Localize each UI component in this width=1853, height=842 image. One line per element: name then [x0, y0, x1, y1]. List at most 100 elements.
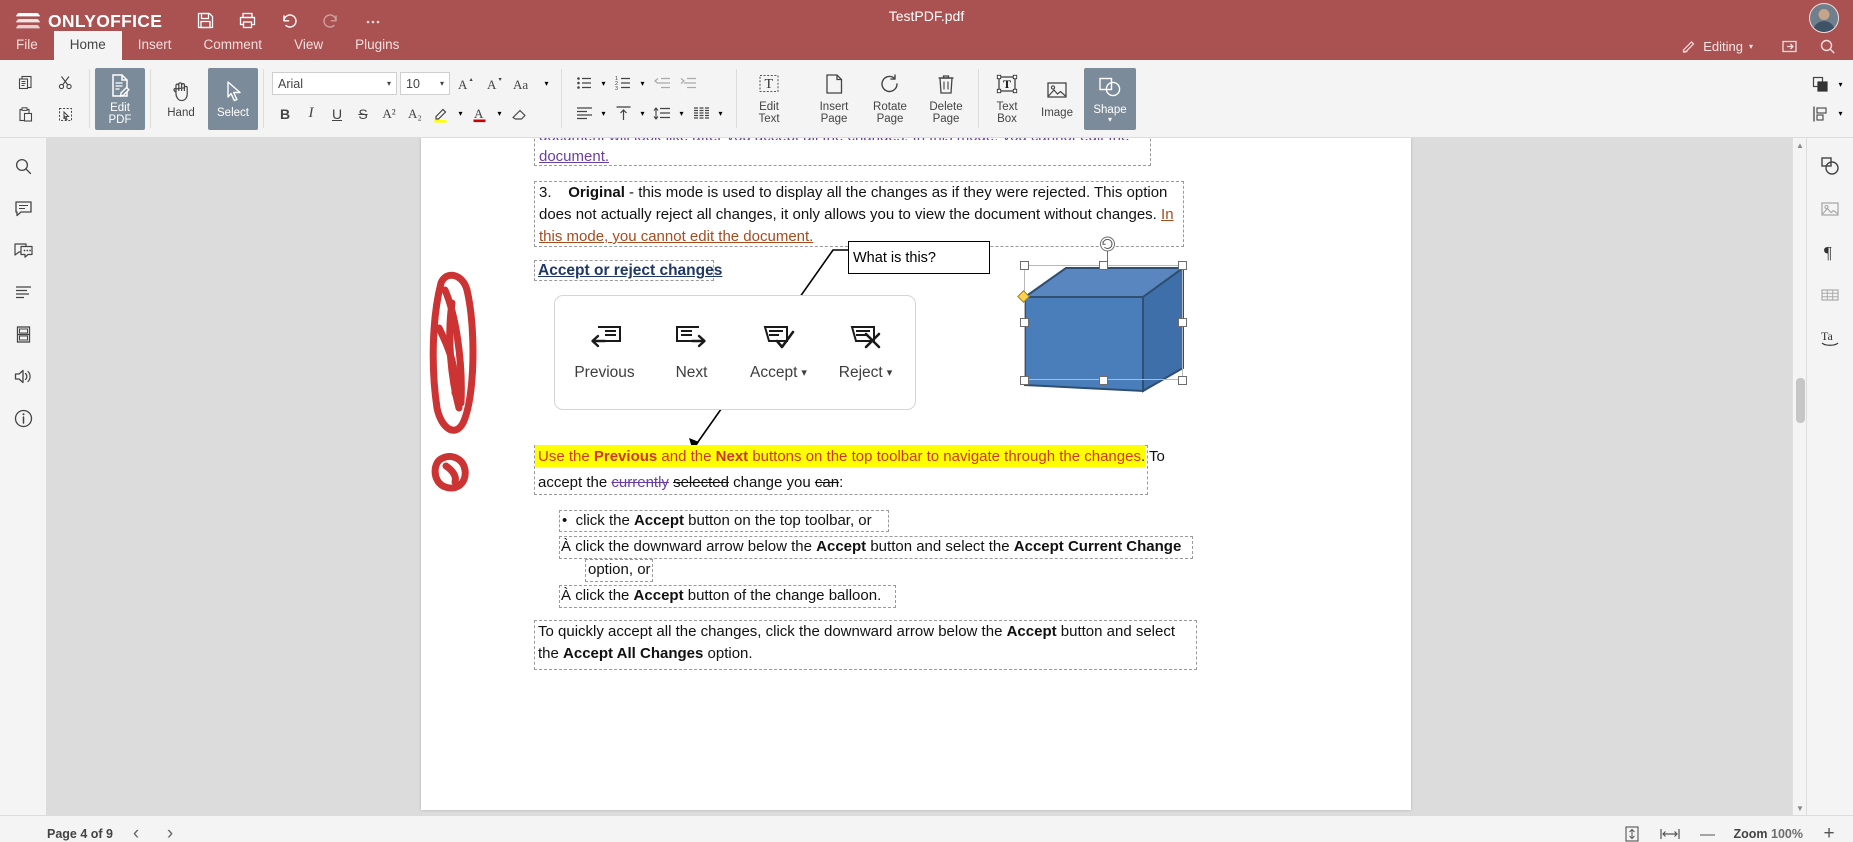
copy-icon[interactable] — [10, 69, 40, 97]
chevron-down-icon[interactable]: ▾ — [493, 101, 506, 126]
search-icon[interactable] — [6, 150, 41, 182]
bold-button[interactable]: B — [272, 101, 298, 126]
table-settings-icon[interactable] — [1813, 279, 1848, 311]
underline-button[interactable]: U — [324, 101, 350, 126]
increase-font-size-button[interactable]: A — [453, 71, 479, 96]
accept-change-item[interactable]: Accept ▾ — [736, 324, 822, 382]
avatar[interactable] — [1809, 3, 1839, 33]
callout-textbox[interactable]: What is this? — [848, 241, 990, 274]
tab-comment[interactable]: Comment — [188, 31, 279, 60]
image-settings-icon[interactable] — [1813, 193, 1848, 225]
scroll-up-arrow[interactable]: ▲ — [1793, 138, 1806, 152]
shape-settings-icon[interactable] — [1813, 150, 1848, 182]
columns-button[interactable] — [688, 101, 714, 126]
numbered-list-button[interactable]: 123 — [610, 71, 636, 96]
next-page-button[interactable]: › — [159, 823, 181, 842]
text-to-speech-icon[interactable] — [6, 360, 41, 392]
resize-handle-ne[interactable] — [1178, 261, 1187, 270]
subscript-button[interactable]: A₂ — [402, 101, 428, 126]
edit-text-button[interactable]: T Edit Text — [742, 68, 796, 130]
open-file-location-icon[interactable] — [1773, 31, 1805, 61]
paragraph-settings-icon[interactable]: ¶ — [1813, 236, 1848, 268]
align-left-button[interactable] — [571, 101, 597, 126]
decrease-indent-button[interactable] — [649, 71, 675, 96]
vertical-scrollbar[interactable]: ▲ ▼ — [1792, 138, 1806, 815]
scrollbar-thumb[interactable] — [1796, 378, 1805, 423]
hand-tool-button[interactable]: Hand — [156, 68, 206, 130]
paragraph-block-clipped[interactable] — [534, 138, 1151, 166]
decrease-font-size-button[interactable]: A — [482, 71, 508, 96]
shape-button[interactable]: Shape ▾ — [1084, 67, 1136, 130]
font-color-button[interactable]: A — [467, 101, 493, 126]
chevron-down-icon[interactable]: ▾ — [636, 71, 649, 96]
text-box-button[interactable]: T Text Box — [984, 68, 1030, 130]
strikethrough-button[interactable]: S — [350, 101, 376, 126]
image-button[interactable]: Image — [1032, 68, 1082, 130]
zoom-indicator[interactable]: Zoom 100% — [1734, 827, 1804, 841]
clear-style-button[interactable] — [506, 101, 532, 126]
resize-handle-n[interactable] — [1099, 261, 1108, 270]
resize-handle-nw[interactable] — [1020, 261, 1029, 270]
select-all-icon[interactable] — [50, 101, 80, 129]
search-icon[interactable] — [1811, 31, 1843, 61]
chat-icon[interactable] — [6, 234, 41, 266]
chevron-down-icon[interactable]: ▾ — [540, 71, 553, 96]
italic-button[interactable]: I — [298, 101, 324, 126]
chevron-down-icon[interactable]: ▾ — [1834, 72, 1847, 97]
cube-shape-object[interactable] — [1017, 236, 1187, 395]
scroll-down-arrow[interactable]: ▼ — [1793, 801, 1806, 815]
cut-icon[interactable] — [50, 69, 80, 97]
arrange-shape-button[interactable] — [1808, 72, 1834, 97]
zoom-in-button[interactable]: + — [1817, 823, 1841, 842]
chevron-down-icon[interactable]: ▾ — [597, 71, 610, 96]
chevron-down-icon[interactable]: ▾ — [636, 101, 649, 126]
previous-page-button[interactable]: ‹ — [125, 823, 147, 842]
previous-change-item[interactable]: Previous — [562, 324, 648, 382]
tab-view[interactable]: View — [278, 31, 339, 60]
font-size-select[interactable]: 10 ▾ — [400, 72, 450, 95]
change-case-button[interactable]: Aa — [511, 71, 537, 96]
bullet-list-button[interactable] — [571, 71, 597, 96]
select-tool-button[interactable]: Select — [208, 67, 258, 130]
line-spacing-button[interactable] — [649, 101, 675, 126]
comments-icon[interactable] — [6, 192, 41, 224]
resize-handle-e[interactable] — [1178, 318, 1187, 327]
chevron-down-icon[interactable]: ▾ — [1834, 101, 1847, 126]
resize-handle-se[interactable] — [1178, 376, 1187, 385]
chevron-down-icon[interactable]: ▾ — [454, 101, 467, 126]
tab-file[interactable]: File — [0, 31, 54, 60]
tab-insert[interactable]: Insert — [122, 31, 188, 60]
document-canvas[interactable]: document will look like after you accept… — [47, 138, 1806, 815]
font-family-select[interactable]: Arial ▾ — [272, 72, 397, 95]
zoom-out-button[interactable]: — — [1696, 823, 1720, 842]
page-thumbnails-icon[interactable] — [6, 318, 41, 350]
text-art-settings-icon[interactable]: Ta — [1813, 322, 1848, 354]
track-changes-toolbar-image[interactable]: Previous Next Accept ▾ Reject ▾ — [554, 295, 916, 410]
resize-handle-s[interactable] — [1099, 376, 1108, 385]
align-shape-button[interactable] — [1808, 101, 1834, 126]
insert-page-button[interactable]: Insert Page — [807, 68, 861, 130]
chevron-down-icon[interactable]: ▾ — [714, 101, 727, 126]
resize-handle-w[interactable] — [1020, 318, 1029, 327]
fit-width-icon[interactable] — [1658, 823, 1682, 842]
paste-icon[interactable] — [10, 101, 40, 129]
tab-home[interactable]: Home — [53, 31, 122, 60]
reject-change-item[interactable]: Reject ▾ — [823, 324, 909, 382]
resize-handle-sw[interactable] — [1020, 376, 1029, 385]
rotate-page-button[interactable]: Rotate Page — [863, 68, 917, 130]
fit-page-icon[interactable] — [1620, 823, 1644, 842]
red-exclamation-annotation[interactable] — [419, 258, 539, 508]
chevron-down-icon[interactable]: ▾ — [597, 101, 610, 126]
pdf-page[interactable]: document will look like after you accept… — [421, 138, 1411, 810]
editing-mode-selector[interactable]: Editing ▾ — [1681, 38, 1753, 54]
increase-indent-button[interactable] — [675, 71, 701, 96]
headings-icon[interactable] — [6, 276, 41, 308]
chevron-down-icon[interactable]: ▾ — [675, 101, 688, 126]
next-change-item[interactable]: Next — [649, 324, 735, 382]
highlight-color-button[interactable] — [428, 101, 454, 126]
about-icon[interactable] — [6, 402, 41, 434]
tab-plugins[interactable]: Plugins — [339, 31, 415, 60]
vertical-align-button[interactable] — [610, 101, 636, 126]
superscript-button[interactable]: A² — [376, 101, 402, 126]
delete-page-button[interactable]: Delete Page — [919, 68, 973, 130]
